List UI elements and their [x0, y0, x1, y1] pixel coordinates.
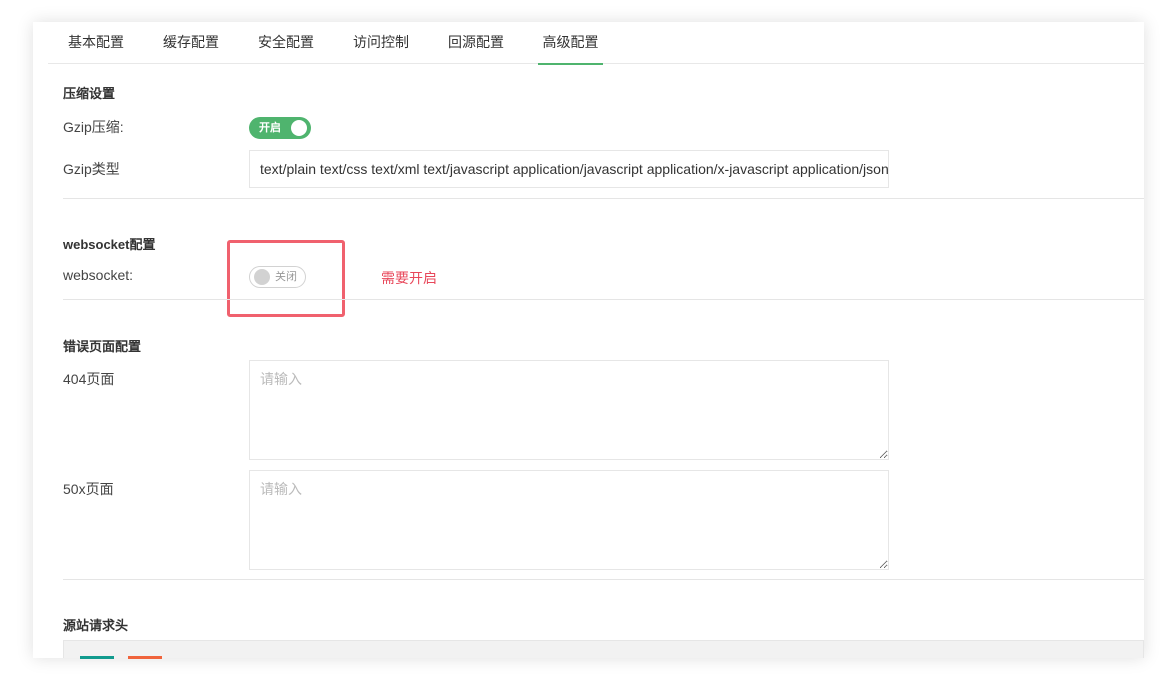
switch-knob-icon [291, 120, 307, 136]
tab-advanced-config[interactable]: 高级配置 [538, 22, 603, 65]
gzip-type-input[interactable]: text/plain text/css text/xml text/javasc… [249, 150, 889, 188]
websocket-section-title: websocket配置 [63, 237, 156, 252]
origin-headers-toolbar [63, 640, 1144, 659]
page-404-textarea[interactable] [249, 360, 889, 460]
delete-header-button[interactable] [128, 656, 162, 659]
tab-security-config[interactable]: 安全配置 [258, 22, 314, 64]
websocket-hint: 需要开启 [381, 270, 437, 286]
gzip-switch-text: 开启 [259, 122, 281, 134]
add-header-button[interactable] [80, 656, 114, 659]
websocket-label: websocket: [63, 267, 134, 283]
advanced-config-panel: 基本配置 缓存配置 安全配置 访问控制 回源配置 高级配置 压缩设置 Gzip压… [33, 22, 1144, 658]
page-50x-label: 50x页面 [63, 481, 114, 497]
highlight-annotation-box [227, 240, 345, 317]
gzip-label: Gzip压缩: [63, 119, 124, 135]
tab-origin-config[interactable]: 回源配置 [448, 22, 504, 64]
config-tabs: 基本配置 缓存配置 安全配置 访问控制 回源配置 高级配置 [48, 22, 1144, 65]
origin-headers-section-title: 源站请求头 [63, 618, 129, 633]
gzip-switch[interactable]: 开启 [249, 117, 311, 139]
divider [63, 579, 1144, 580]
page-50x-textarea[interactable] [249, 470, 889, 570]
tab-access-control[interactable]: 访问控制 [353, 22, 409, 64]
compression-section-title: 压缩设置 [63, 86, 116, 101]
page-404-label: 404页面 [63, 371, 115, 387]
tab-basic-config[interactable]: 基本配置 [68, 22, 124, 64]
divider [63, 198, 1144, 199]
tab-cache-config[interactable]: 缓存配置 [163, 22, 219, 64]
gzip-type-label: Gzip类型 [63, 161, 120, 177]
divider [63, 299, 1144, 300]
error-pages-section-title: 错误页面配置 [63, 339, 142, 354]
